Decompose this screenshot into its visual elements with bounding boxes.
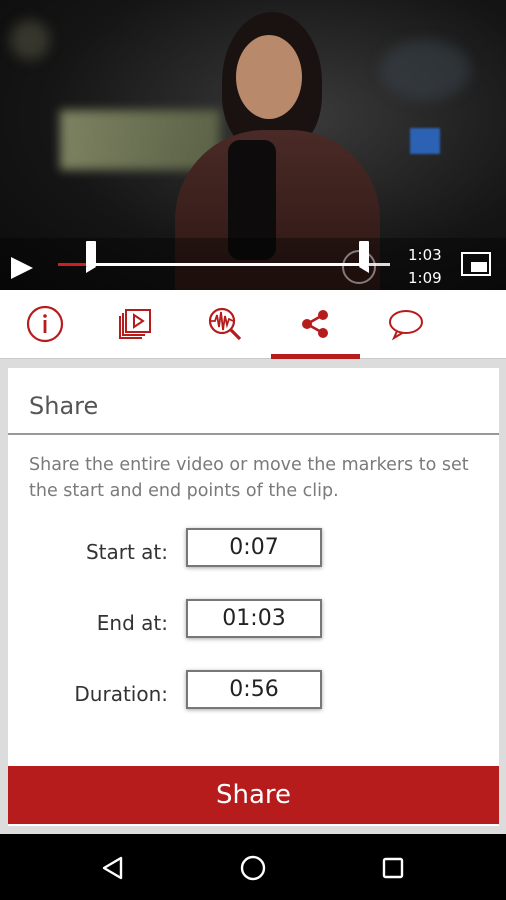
divider (8, 433, 499, 435)
background-light (10, 20, 50, 60)
start-time-field[interactable]: 0:07 (186, 528, 322, 567)
play-button[interactable] (11, 257, 33, 279)
tab-audio-search[interactable] (180, 290, 270, 358)
end-label: End at: (96, 611, 168, 635)
back-button[interactable] (93, 848, 133, 888)
duration-label: Duration: (74, 682, 168, 706)
tab-comments[interactable] (360, 290, 450, 358)
clip-range (94, 263, 364, 266)
panel-title: Share (29, 392, 99, 420)
recents-button[interactable] (373, 848, 413, 888)
end-time-field[interactable]: 01:03 (186, 599, 322, 638)
back-icon (102, 856, 123, 880)
info-icon (26, 305, 64, 343)
home-icon (240, 855, 266, 881)
start-label: Start at: (85, 540, 168, 564)
share-button[interactable]: Share (8, 766, 499, 824)
share-description: Share the entire video or move the marke… (29, 455, 469, 501)
tab-bar (0, 290, 506, 359)
background-sign (410, 128, 440, 154)
scrub-handle[interactable] (342, 250, 376, 284)
recents-icon (382, 857, 404, 879)
tab-share[interactable] (270, 290, 360, 358)
person-face (236, 35, 302, 119)
system-nav-bar (0, 834, 506, 900)
selected-tab-indicator (271, 354, 360, 359)
share-panel: Share Share the entire video or move the… (8, 368, 499, 826)
tab-info[interactable] (0, 290, 90, 358)
background-light (380, 40, 470, 100)
current-time: 1:03 (408, 246, 442, 264)
tab-playlist[interactable] (90, 290, 180, 358)
duration-field: 0:56 (186, 670, 322, 709)
fullscreen-button[interactable] (461, 252, 491, 276)
audio-search-icon (208, 307, 242, 341)
clip-start-marker[interactable] (86, 241, 96, 273)
total-time: 1:09 (408, 269, 442, 287)
comment-icon (389, 310, 423, 341)
home-button[interactable] (233, 848, 273, 888)
playlist-icon (119, 309, 151, 339)
share-icon (302, 310, 328, 338)
